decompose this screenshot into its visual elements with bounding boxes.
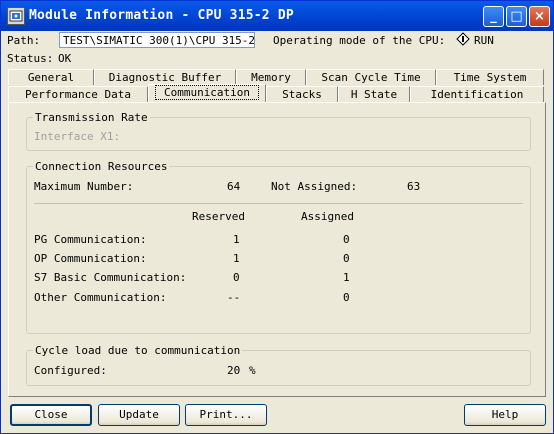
cpu-module-icon <box>7 7 25 25</box>
tab-general[interactable]: General <box>8 69 94 85</box>
update-button[interactable]: Update <box>98 404 180 426</box>
window-title: Module Information - CPU 315-2 DP <box>29 8 294 23</box>
title-bar[interactable]: Module Information - CPU 315-2 DP _ □ × <box>1 1 553 31</box>
tab-row-back: General Diagnostic Buffer Memory Scan Cy… <box>8 69 548 85</box>
tab-communication[interactable]: Communication <box>148 84 266 102</box>
maximize-button[interactable]: □ <box>506 6 527 27</box>
status-value: OK <box>58 52 72 65</box>
close-button[interactable]: Close <box>10 404 92 426</box>
assigned-column-header: Assigned <box>301 210 354 223</box>
path-field[interactable]: TEST\SIMATIC 300(1)\CPU 315-2 DP <box>59 32 255 48</box>
close-icon: × <box>534 9 545 24</box>
row-label-other: Other Communication: <box>34 291 167 304</box>
maximize-icon: □ <box>510 9 523 24</box>
minimize-button[interactable]: _ <box>483 6 504 27</box>
minimize-icon: _ <box>490 9 497 24</box>
row-reserved-other: -- <box>227 291 241 304</box>
row-assigned-other: 0 <box>343 291 350 304</box>
module-information-window: Module Information - CPU 315-2 DP _ □ × … <box>0 0 554 434</box>
row-reserved-s7-basic: 0 <box>233 271 240 284</box>
row-reserved-op: 1 <box>233 252 240 265</box>
operating-mode-label: Operating mode of the CPU: <box>273 34 446 47</box>
maximum-number-value: 64 <box>227 180 241 193</box>
row-label-pg: PG Communication: <box>34 233 147 246</box>
row-reserved-pg: 1 <box>233 233 240 246</box>
transmission-rate-group: Transmission Rate Interface X1: <box>26 111 531 151</box>
tab-stacks[interactable]: Stacks <box>266 86 338 102</box>
not-assigned-value: 63 <box>407 180 421 193</box>
tab-performance-data[interactable]: Performance Data <box>8 86 148 102</box>
operating-mode-value: RUN <box>474 34 494 47</box>
tab-memory[interactable]: Memory <box>236 69 306 85</box>
row-assigned-pg: 0 <box>343 233 350 246</box>
tab-diagnostic-buffer[interactable]: Diagnostic Buffer <box>94 69 236 85</box>
help-button[interactable]: Help <box>464 404 546 426</box>
maximum-number-label: Maximum Number: <box>34 180 134 193</box>
tab-scan-cycle-time[interactable]: Scan Cycle Time <box>306 69 436 85</box>
tab-row-front: Performance Data Communication Stacks H … <box>8 84 548 102</box>
row-label-s7-basic: S7 Basic Communication: <box>34 271 187 284</box>
interface-x1-label: Interface X1: <box>34 130 121 143</box>
cycle-load-group: Cycle load due to communication Configur… <box>26 344 531 386</box>
reserved-column-header: Reserved <box>192 210 245 223</box>
row-label-op: OP Communication: <box>34 252 147 265</box>
communication-panel: Transmission Rate Interface X1: Connecti… <box>8 102 546 397</box>
cycle-load-legend: Cycle load due to communication <box>33 344 243 357</box>
configured-label: Configured: <box>34 364 107 377</box>
tab-identification[interactable]: Identification <box>410 86 544 102</box>
not-assigned-label: Not Assigned: <box>271 180 358 193</box>
row-assigned-s7-basic: 1 <box>343 271 350 284</box>
row-assigned-op: 0 <box>343 252 350 265</box>
tab-time-system[interactable]: Time System <box>436 69 544 85</box>
configured-value: 20 <box>227 364 241 377</box>
connection-resources-legend: Connection Resources <box>33 160 170 173</box>
transmission-rate-legend: Transmission Rate <box>33 111 150 124</box>
status-label: Status: <box>7 52 54 65</box>
connection-resources-group: Connection Resources Maximum Number: 64 … <box>26 160 531 334</box>
close-window-button[interactable]: × <box>529 6 550 27</box>
path-label: Path: <box>7 34 41 47</box>
resources-divider <box>34 203 523 204</box>
print-button[interactable]: Print... <box>185 404 267 426</box>
configured-unit: % <box>249 364 256 377</box>
run-mode-icon <box>456 32 470 46</box>
tab-h-state[interactable]: H State <box>338 86 410 102</box>
